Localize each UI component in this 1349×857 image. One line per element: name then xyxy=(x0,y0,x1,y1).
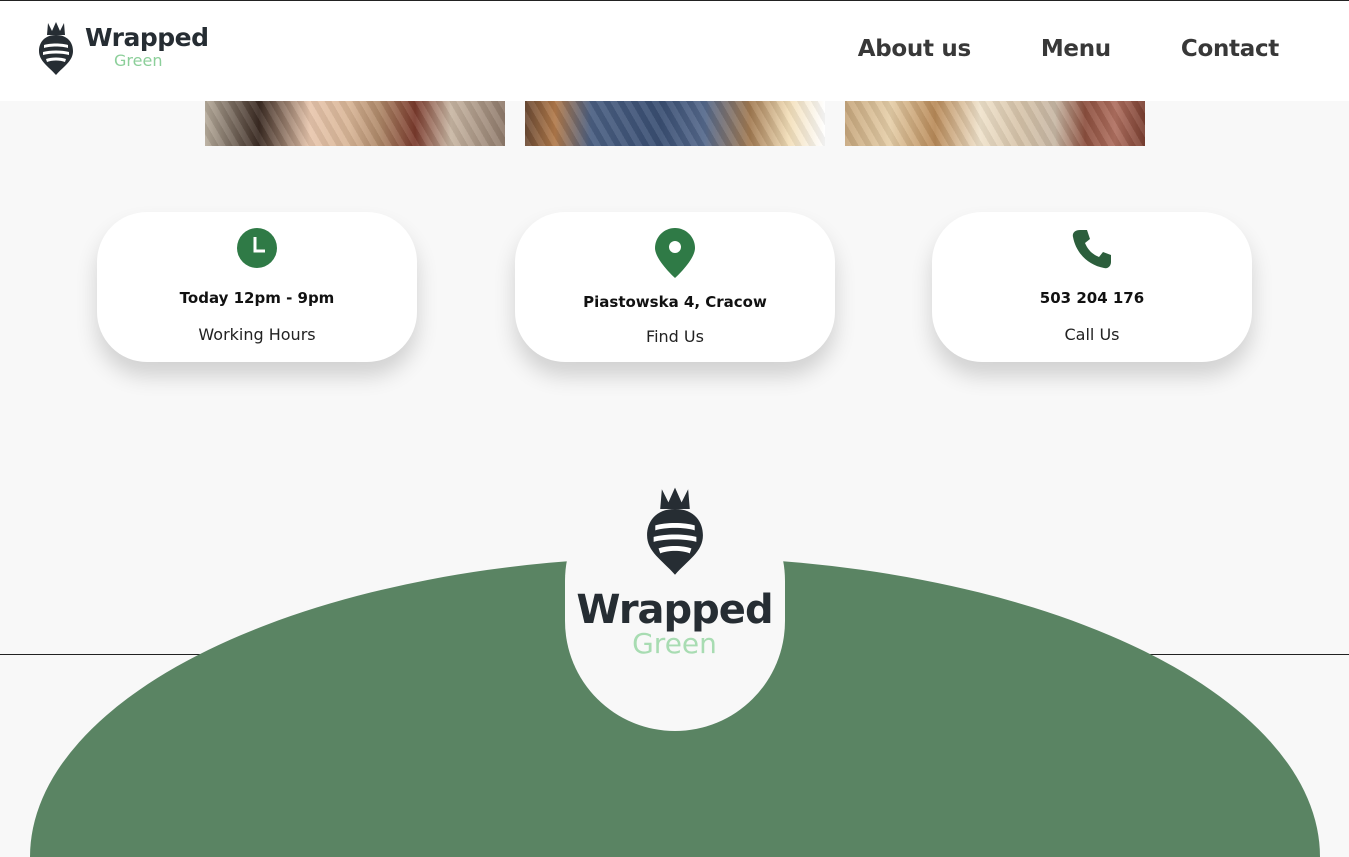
phone-icon xyxy=(1072,230,1111,269)
phone-number[interactable]: 503 204 176 xyxy=(932,289,1252,307)
working-hours-value: Today 12pm - 9pm xyxy=(179,289,335,307)
radish-logo-icon xyxy=(39,22,73,75)
nav-about-us[interactable]: About us xyxy=(858,36,971,62)
nav-contact[interactable]: Contact xyxy=(1181,36,1279,62)
working-hours-label: Working Hours xyxy=(198,325,316,344)
site-header: Wrapped Green About us Menu Contact xyxy=(0,1,1349,101)
nav-menu[interactable]: Menu xyxy=(1041,36,1111,62)
main-nav: About us Menu Contact xyxy=(858,36,1280,62)
logo-tagline: Green xyxy=(114,51,163,70)
gallery-photo-people-eating xyxy=(205,101,505,146)
radish-logo-icon xyxy=(647,487,703,575)
gallery-photo-denim-jacket xyxy=(525,101,825,146)
footer-tagline: Green xyxy=(632,627,717,660)
find-us-label: Find Us xyxy=(646,327,704,346)
location-pin-icon xyxy=(655,228,695,278)
find-us-card[interactable]: Piastowska 4, Cracow Find Us xyxy=(515,212,835,362)
header-logo[interactable]: Wrapped Green xyxy=(38,21,209,81)
logo-wordmark: Wrapped xyxy=(85,23,209,52)
call-us-label: Call Us xyxy=(1064,325,1120,344)
gallery-photo-fries xyxy=(845,101,1145,146)
call-us-card[interactable]: 503 204 176 Call Us xyxy=(932,212,1252,362)
working-hours-card: Today 12pm - 9pm Working Hours xyxy=(97,212,417,362)
clock-icon xyxy=(237,228,277,268)
address-value: Piastowska 4, Cracow xyxy=(583,293,767,311)
